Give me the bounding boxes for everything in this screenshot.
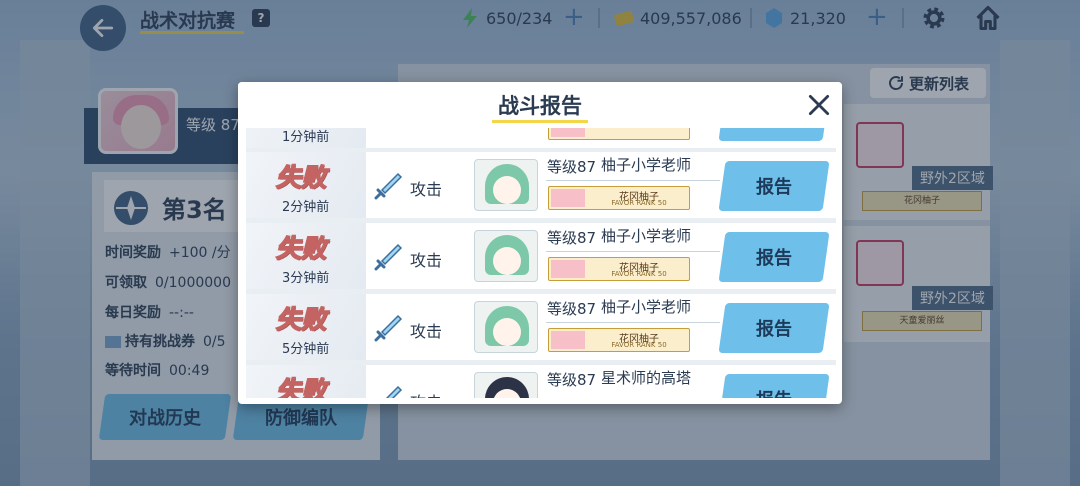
report-row: 失败 5分钟前 攻击 等级87 柚子小学老师 花冈柚子 FAVOR RANK 5… — [246, 294, 836, 360]
opponent-level: 等级87 — [547, 371, 597, 389]
opponent-portrait — [474, 159, 538, 211]
report-button[interactable]: 报告 — [718, 161, 830, 211]
sword-icon — [374, 314, 403, 342]
opponent-portrait — [474, 372, 538, 398]
title-underline — [492, 120, 588, 123]
action-label: 攻击 — [410, 180, 443, 199]
time-ago: 2分钟前 — [282, 200, 330, 215]
modal-title: 战斗报告 — [498, 94, 582, 118]
action-label: 攻击 — [410, 389, 442, 398]
time-ago: 5分钟前 — [282, 342, 330, 357]
opponent-level: 等级87 — [547, 300, 597, 318]
defeat-label: 失败 — [275, 304, 327, 335]
report-button[interactable]: 报告 — [718, 303, 830, 353]
favor-tag: 花冈柚子 FAVOR RANK 50 — [548, 328, 690, 352]
favor-tag: 花冈柚子 FAVOR RANK 50 — [548, 257, 690, 281]
opponent-level: 等级87 — [547, 158, 597, 176]
report-button[interactable] — [718, 128, 830, 141]
favor-tag: 花冈柚子 FAVOR RANK 50 — [548, 186, 690, 210]
favor-tag — [548, 128, 690, 140]
battle-report-modal: 战斗报告 1分钟前 失败 2分钟前 攻击 等级87 柚子小学老师 花冈柚子 FA… — [238, 82, 842, 404]
report-row: 失败 3分钟前 攻击 等级87 柚子小学老师 花冈柚子 FAVOR RANK 5… — [246, 223, 836, 289]
time-ago: 3分钟前 — [282, 271, 330, 286]
report-row: 失败 攻击 等级87 星术师的高塔 报告 — [246, 365, 836, 398]
sword-icon — [374, 172, 403, 200]
opponent-name: 柚子小学老师 — [601, 227, 692, 245]
defeat-label: 失败 — [275, 162, 327, 193]
modal-header: 战斗报告 — [238, 82, 842, 128]
report-button[interactable]: 报告 — [718, 374, 830, 398]
opponent-portrait — [474, 230, 538, 282]
defeat-label: 失败 — [275, 233, 327, 264]
close-icon[interactable] — [806, 92, 832, 118]
opponent-level: 等级87 — [547, 229, 597, 247]
report-list[interactable]: 1分钟前 失败 2分钟前 攻击 等级87 柚子小学老师 花冈柚子 FAVOR R… — [246, 128, 836, 398]
sword-icon — [385, 385, 403, 398]
time-ago: 1分钟前 — [282, 130, 330, 145]
action-label: 攻击 — [410, 251, 443, 270]
opponent-name: 星术师的高塔 — [601, 369, 692, 387]
report-button[interactable]: 报告 — [718, 232, 830, 282]
report-row: 1分钟前 — [246, 128, 836, 148]
opponent-portrait — [474, 301, 538, 353]
opponent-name: 柚子小学老师 — [601, 156, 692, 174]
report-row: 失败 2分钟前 攻击 等级87 柚子小学老师 花冈柚子 FAVOR RANK 5… — [246, 152, 836, 218]
action-label: 攻击 — [410, 322, 443, 341]
defeat-label: 失败 — [275, 375, 327, 398]
sword-icon — [374, 243, 403, 271]
opponent-name: 柚子小学老师 — [601, 298, 692, 316]
